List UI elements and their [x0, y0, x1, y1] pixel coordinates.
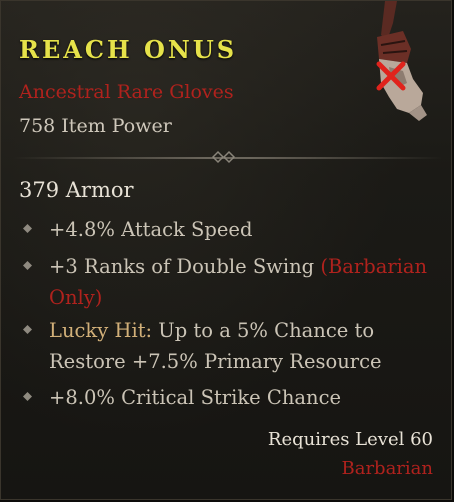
item-tooltip: REACH ONUS Ancestral Rare Gloves 758 Ite…	[0, 0, 452, 500]
affix-attack-speed: +4.8% Attack Speed	[23, 214, 433, 245]
required-level: Requires Level 60	[267, 429, 433, 450]
affix-text: +4.8% Attack Speed	[49, 218, 253, 241]
affix-text: +3 Ranks of Double Swing (Barbarian Only…	[49, 251, 433, 313]
armor-value: 379 Armor	[19, 178, 134, 202]
required-class: Barbarian	[341, 458, 433, 479]
affix-text: +8.0% Critical Strike Chance	[49, 386, 342, 409]
affix-double-swing: +3 Ranks of Double Swing (Barbarian Only…	[23, 251, 433, 313]
red-x-icon	[376, 61, 406, 91]
item-type: Ancestral Rare Gloves	[19, 81, 234, 103]
lucky-hit-label: Lucky Hit:	[49, 319, 153, 342]
diamond-bullet-icon	[23, 261, 32, 270]
item-name: REACH ONUS	[19, 35, 238, 64]
diamond-bullet-icon	[23, 224, 32, 233]
affix-crit-chance: +8.0% Critical Strike Chance	[23, 382, 433, 413]
affix-text: Lucky Hit: Up to a 5% Chance to Restore …	[49, 315, 433, 377]
diamond-bullet-icon	[23, 392, 32, 401]
divider-ornament-icon	[211, 150, 236, 164]
affix-main-text: +3 Ranks of Double Swing	[49, 255, 321, 278]
affix-lucky-hit: Lucky Hit: Up to a 5% Chance to Restore …	[23, 315, 433, 377]
diamond-bullet-icon	[23, 325, 32, 334]
item-power: 758 Item Power	[19, 115, 172, 137]
